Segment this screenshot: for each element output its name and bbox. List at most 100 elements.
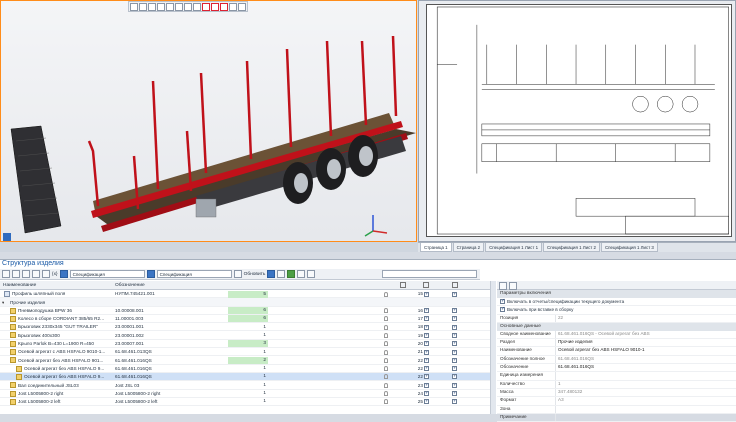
table-row[interactable]: Осевой агрегат без ABS HSFALO 9... 61.68.…: [0, 372, 490, 382]
panel-splitter[interactable]: [490, 281, 496, 414]
tab-spec-sheet-1[interactable]: Спецификация 1 Лист 1: [485, 243, 543, 252]
include-in-reports-row[interactable]: Включать в отчеты/спецификации текущего …: [497, 298, 736, 307]
include-column-icon[interactable]: [452, 282, 458, 288]
tab-spec-sheet-2[interactable]: Спецификация 1 Лист 2: [543, 243, 600, 252]
row-include-checkbox[interactable]: [424, 399, 429, 405]
report-icon[interactable]: [277, 270, 286, 278]
table-row[interactable]: Колесо в сборе CORDIANT 385/65 R2... 11.0…: [0, 315, 490, 324]
orient-icon[interactable]: [130, 3, 138, 11]
property-value[interactable]: [555, 405, 736, 413]
section-inclusion[interactable]: Параметры включения: [497, 290, 736, 298]
position-row[interactable]: Позиция 22: [497, 314, 736, 323]
row-report-checkbox[interactable]: [452, 357, 457, 363]
row-report-checkbox[interactable]: [452, 391, 457, 397]
include-on-insert-checkbox[interactable]: [500, 306, 505, 313]
filter-icon[interactable]: [22, 270, 30, 278]
row-report-checkbox[interactable]: [452, 341, 457, 347]
perspective-icon[interactable]: [229, 3, 237, 11]
col-name-header[interactable]: Наименование: [3, 283, 36, 288]
pan-icon[interactable]: [148, 3, 156, 11]
table-row[interactable]: Осевой агрегат с ABS HSFALO 9010-1... 61.…: [0, 348, 490, 357]
property-row[interactable]: Наименование Осевой агрегат без ABS HSFAL…: [497, 347, 736, 356]
link-column-icon[interactable]: [423, 282, 429, 288]
property-value[interactable]: [555, 372, 736, 380]
row-include-checkbox[interactable]: [424, 382, 429, 388]
section-icon[interactable]: [175, 3, 183, 11]
print-icon[interactable]: [307, 270, 316, 278]
row-report-checkbox[interactable]: [452, 366, 457, 372]
property-row[interactable]: Количество 1: [497, 380, 736, 389]
property-row[interactable]: Обозначение полное 61.68.461.016QS: [497, 355, 736, 365]
row-report-checkbox[interactable]: [452, 382, 457, 388]
property-row[interactable]: Формат А3: [497, 397, 736, 406]
tab-spec-sheet-3[interactable]: Спецификация 1 Лист 3: [600, 243, 658, 252]
update-button[interactable]: Обновить: [244, 272, 266, 277]
property-value[interactable]: 347.480132: [555, 388, 736, 397]
col-designation-header[interactable]: Обозначение: [115, 283, 145, 288]
table-row[interactable]: Осевой агрегат без ABS HSFALO 9... 61.68.…: [0, 365, 490, 373]
category-icon[interactable]: [509, 282, 517, 290]
rotate-icon[interactable]: [157, 3, 165, 11]
sort-icon[interactable]: [32, 270, 40, 278]
row-include-checkbox[interactable]: [424, 366, 429, 372]
section-main[interactable]: Основные данные: [497, 322, 736, 331]
display-mode-icon[interactable]: [202, 3, 210, 11]
tab-page-1[interactable]: Страница 1: [420, 243, 452, 252]
row-include-checkbox[interactable]: [424, 332, 429, 338]
property-row[interactable]: Примечание: [497, 413, 736, 422]
shading-icon[interactable]: [211, 3, 219, 11]
table-row[interactable]: Пневмоподушка BPW 36 10.00008.001 6 16: [0, 307, 490, 315]
row-include-checkbox[interactable]: [424, 324, 429, 330]
row-report-checkbox[interactable]: [452, 324, 457, 330]
row-include-checkbox[interactable]: [424, 349, 429, 355]
tab-page-2[interactable]: Страница 2: [452, 243, 485, 252]
row-report-checkbox[interactable]: [452, 374, 457, 380]
export-icon[interactable]: [267, 270, 276, 278]
row-include-checkbox[interactable]: [424, 374, 429, 380]
property-row[interactable]: Раздел Прочие изделия: [497, 339, 736, 348]
row-include-checkbox[interactable]: [424, 341, 429, 347]
property-row[interactable]: Единица измерения: [497, 372, 736, 381]
group-row[interactable]: ▾ Прочие изделия: [0, 298, 490, 307]
columns-icon[interactable]: [42, 270, 50, 278]
property-row[interactable]: Зона: [497, 405, 736, 414]
table-row[interactable]: Профиль шляпный поля НУПМ.745421.001 5 15: [0, 290, 490, 299]
include-in-reports-checkbox[interactable]: [500, 298, 505, 305]
property-value[interactable]: Прочие изделия: [555, 339, 736, 347]
brace-icon[interactable]: {x}: [52, 272, 58, 277]
sort-icon[interactable]: [499, 282, 507, 290]
property-value[interactable]: А3: [555, 397, 736, 405]
zoom-icon[interactable]: [139, 3, 147, 11]
filter-icon[interactable]: [193, 3, 201, 11]
table-row[interactable]: Осевой агрегат без ABS HSFALO 901... 61.6…: [0, 356, 490, 365]
row-include-checkbox[interactable]: [424, 391, 429, 397]
row-include-checkbox[interactable]: [424, 316, 429, 322]
measure-icon[interactable]: [184, 3, 192, 11]
property-value[interactable]: Осевой агрегат без ABS HSFALO 9010-1: [555, 347, 736, 355]
property-value[interactable]: 61.68.461.016QS - Осевой агрегат без ABS: [555, 330, 736, 339]
settings-icon[interactable]: [297, 270, 306, 278]
search-input[interactable]: [382, 270, 477, 278]
wireframe-icon[interactable]: [220, 3, 228, 11]
filter-column-icon[interactable]: [400, 282, 406, 288]
property-row[interactable]: Масса 347.480132: [497, 388, 736, 398]
row-report-checkbox[interactable]: [452, 399, 457, 405]
table-row[interactable]: Брызговик 400x300 23.00001.002 1 19: [0, 331, 490, 340]
table-row[interactable]: Вал соединительный JSL03 Jost JSL 03 1 23: [0, 381, 490, 390]
include-on-insert-row[interactable]: Включать при вставке в сборку: [497, 306, 736, 315]
spec-section-select[interactable]: Спецификация: [156, 270, 232, 278]
row-include-checkbox[interactable]: [424, 291, 429, 297]
row-include-checkbox[interactable]: [424, 308, 429, 314]
spec-style-select[interactable]: Спецификация: [69, 270, 145, 278]
table-row[interactable]: Брызговик 2330x345 "GUT TRAILER" 23.00001…: [0, 323, 490, 332]
3d-viewport[interactable]: [0, 0, 417, 242]
position-value[interactable]: 22: [555, 314, 736, 322]
fit-icon[interactable]: [166, 3, 174, 11]
table-row[interactable]: Jost L5005800-2 right Jost L5005800-2 rig…: [0, 390, 490, 398]
expand-icon[interactable]: ▾: [2, 300, 4, 306]
row-report-checkbox[interactable]: [452, 291, 457, 297]
property-value[interactable]: [555, 413, 736, 422]
table-row[interactable]: Крыло Parlok B=430 L=1900 R=450 23.00007.…: [0, 340, 490, 349]
table-row[interactable]: Jost L5005800-2 left Jost L5005800-2 left…: [0, 398, 490, 407]
tree-view-icon[interactable]: [2, 270, 10, 278]
